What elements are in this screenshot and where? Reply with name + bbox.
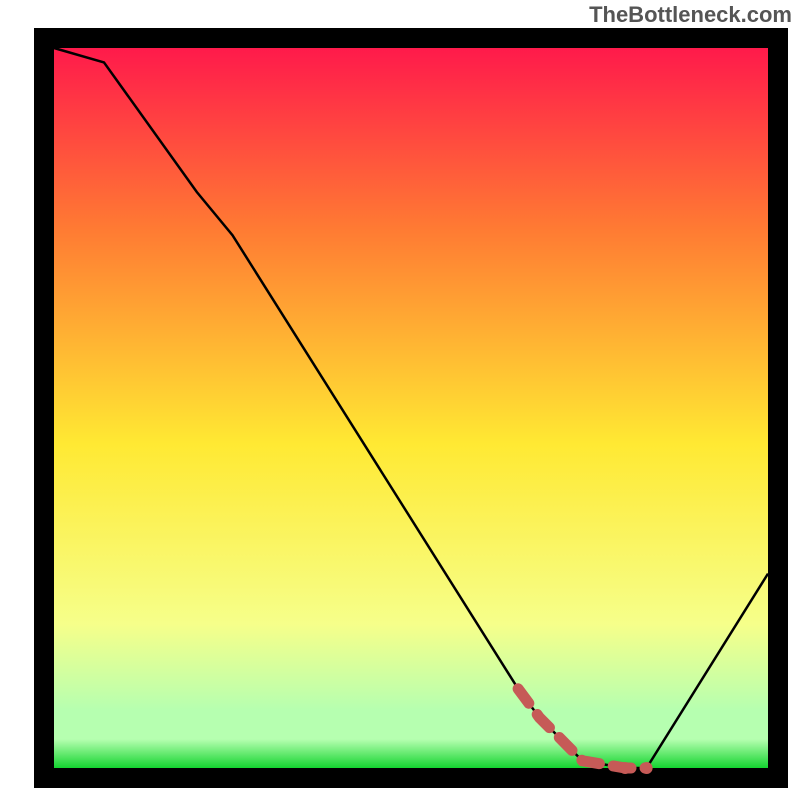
watermark-text: TheBottleneck.com <box>589 2 792 28</box>
plot-border <box>768 28 788 788</box>
accent-dot <box>619 762 631 774</box>
plot-background <box>54 48 768 768</box>
bottleneck-chart <box>0 0 800 800</box>
chart-frame: TheBottleneck.com <box>0 0 800 800</box>
plot-border <box>34 28 788 48</box>
plot-border <box>34 768 788 788</box>
accent-dot <box>641 762 653 774</box>
plot-border <box>34 28 54 788</box>
